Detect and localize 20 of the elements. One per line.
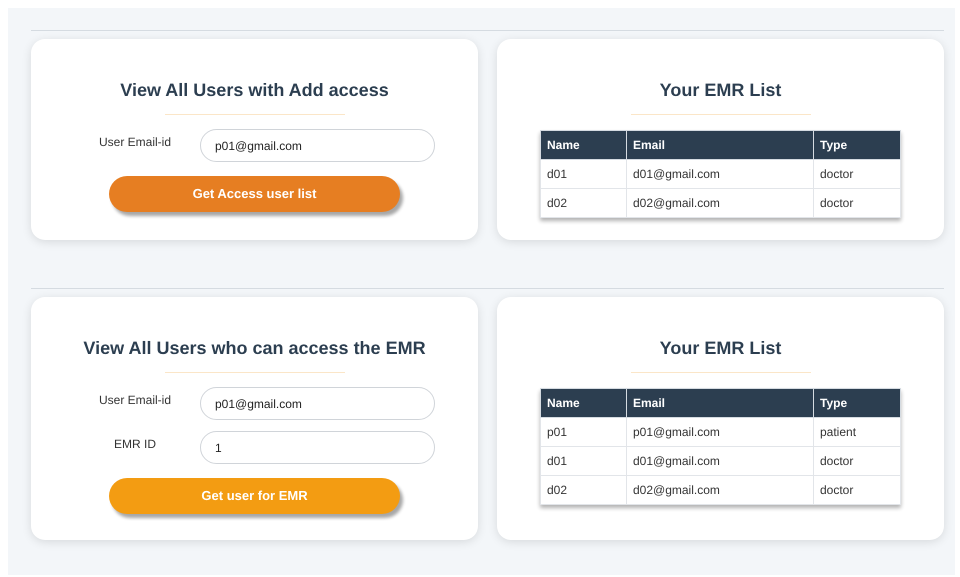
column-header: Email bbox=[626, 388, 814, 418]
table-cell: doctor bbox=[814, 476, 900, 504]
column-header: Name bbox=[540, 388, 626, 418]
input-field[interactable]: p01@gmail.com bbox=[200, 129, 435, 162]
card-title: Your EMR List bbox=[658, 79, 782, 102]
field-label: User Email-id bbox=[98, 392, 172, 409]
field-label: EMR ID bbox=[113, 436, 157, 453]
input-field[interactable]: 1 bbox=[200, 431, 435, 464]
table-cell: d02 bbox=[540, 188, 626, 218]
field-label: User Email-id bbox=[98, 134, 172, 151]
table-cell: d02 bbox=[540, 476, 626, 504]
table-cell: d02@gmail.com bbox=[626, 188, 814, 218]
table-cell: doctor bbox=[814, 188, 900, 218]
card-title: View All Users with Add access bbox=[119, 79, 390, 102]
card-title: View All Users who can access the EMR bbox=[82, 337, 427, 360]
card-title: Your EMR List bbox=[658, 337, 782, 360]
table-cell: d02@gmail.com bbox=[626, 476, 814, 504]
column-header: Name bbox=[540, 130, 626, 160]
input-field[interactable]: p01@gmail.com bbox=[200, 387, 435, 420]
column-header: Email bbox=[626, 130, 814, 160]
